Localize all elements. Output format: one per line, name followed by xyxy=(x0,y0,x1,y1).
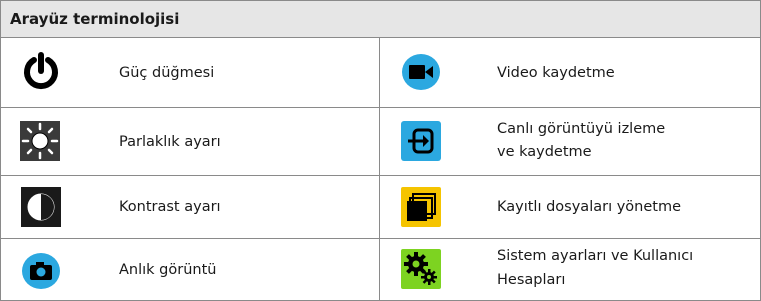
table-title: Arayüz terminolojisi xyxy=(10,10,180,28)
table-row: Anlık görüntü Sistem ayarları ve Kullanı… xyxy=(1,239,760,300)
video-camera-icon xyxy=(402,54,440,90)
gears-icon xyxy=(401,249,441,289)
snapshot-label: Anlık görüntü xyxy=(119,262,217,278)
contrast-icon xyxy=(21,187,61,227)
table-row: Güç düğmesi Video kaydetme xyxy=(1,38,760,108)
power-icon xyxy=(24,52,58,90)
terminology-table: Arayüz terminolojisi Güç düğmesi Video k… xyxy=(0,0,761,301)
table-row: Kontrast ayarı Kayıtlı dosyaları yönetme xyxy=(1,176,760,239)
table-header: Arayüz terminolojisi xyxy=(1,1,760,38)
live-input-icon xyxy=(401,121,441,161)
brightness-icon xyxy=(20,121,60,161)
manage-files-label: Kayıtlı dosyaları yönetme xyxy=(497,199,682,215)
power-button-label: Güç düğmesi xyxy=(119,65,215,81)
brightness-label: Parlaklık ayarı xyxy=(119,134,221,150)
contrast-label: Kontrast ayarı xyxy=(119,199,221,215)
table-row: Parlaklık ayarı Canlı görüntüyü izleme v… xyxy=(1,108,760,176)
folders-icon xyxy=(401,187,441,227)
video-record-label: Video kaydetme xyxy=(497,65,615,81)
live-view-label-line2: ve kaydetme xyxy=(497,144,592,160)
system-settings-label-line2: Hesapları xyxy=(497,272,566,288)
live-view-label-line1: Canlı görüntüyü izleme xyxy=(497,121,666,137)
system-settings-label-line1: Sistem ayarları ve Kullanıcı xyxy=(497,248,694,264)
photo-camera-icon xyxy=(22,253,60,289)
